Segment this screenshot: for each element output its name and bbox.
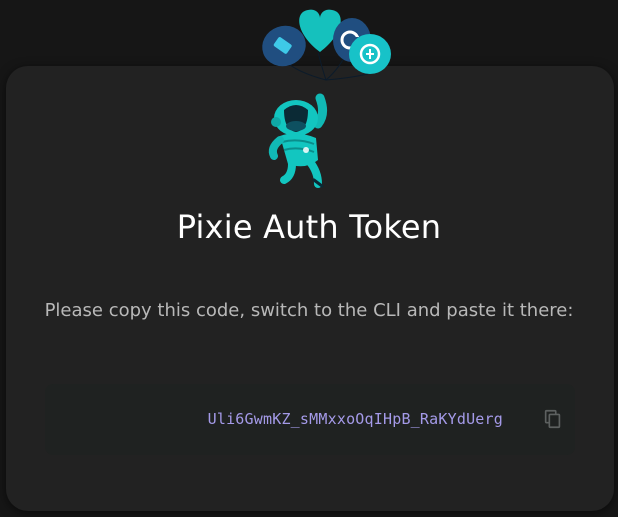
token-box: Uli6GwmKZ_sMMxxoOqIHpB_RaKYdUerg (45, 384, 575, 455)
auth-token-value[interactable]: Uli6GwmKZ_sMMxxoOqIHpB_RaKYdUerg (45, 410, 503, 428)
instruction-text: Please copy this code, switch to the CLI… (44, 300, 574, 321)
page-title: Pixie Auth Token (176, 208, 442, 246)
pixie-mascot-icon (268, 93, 328, 188)
auth-token-page: Pixie Auth Token Please copy this code, … (0, 0, 618, 517)
copy-icon[interactable] (542, 408, 564, 430)
balloons-icon (262, 9, 391, 81)
